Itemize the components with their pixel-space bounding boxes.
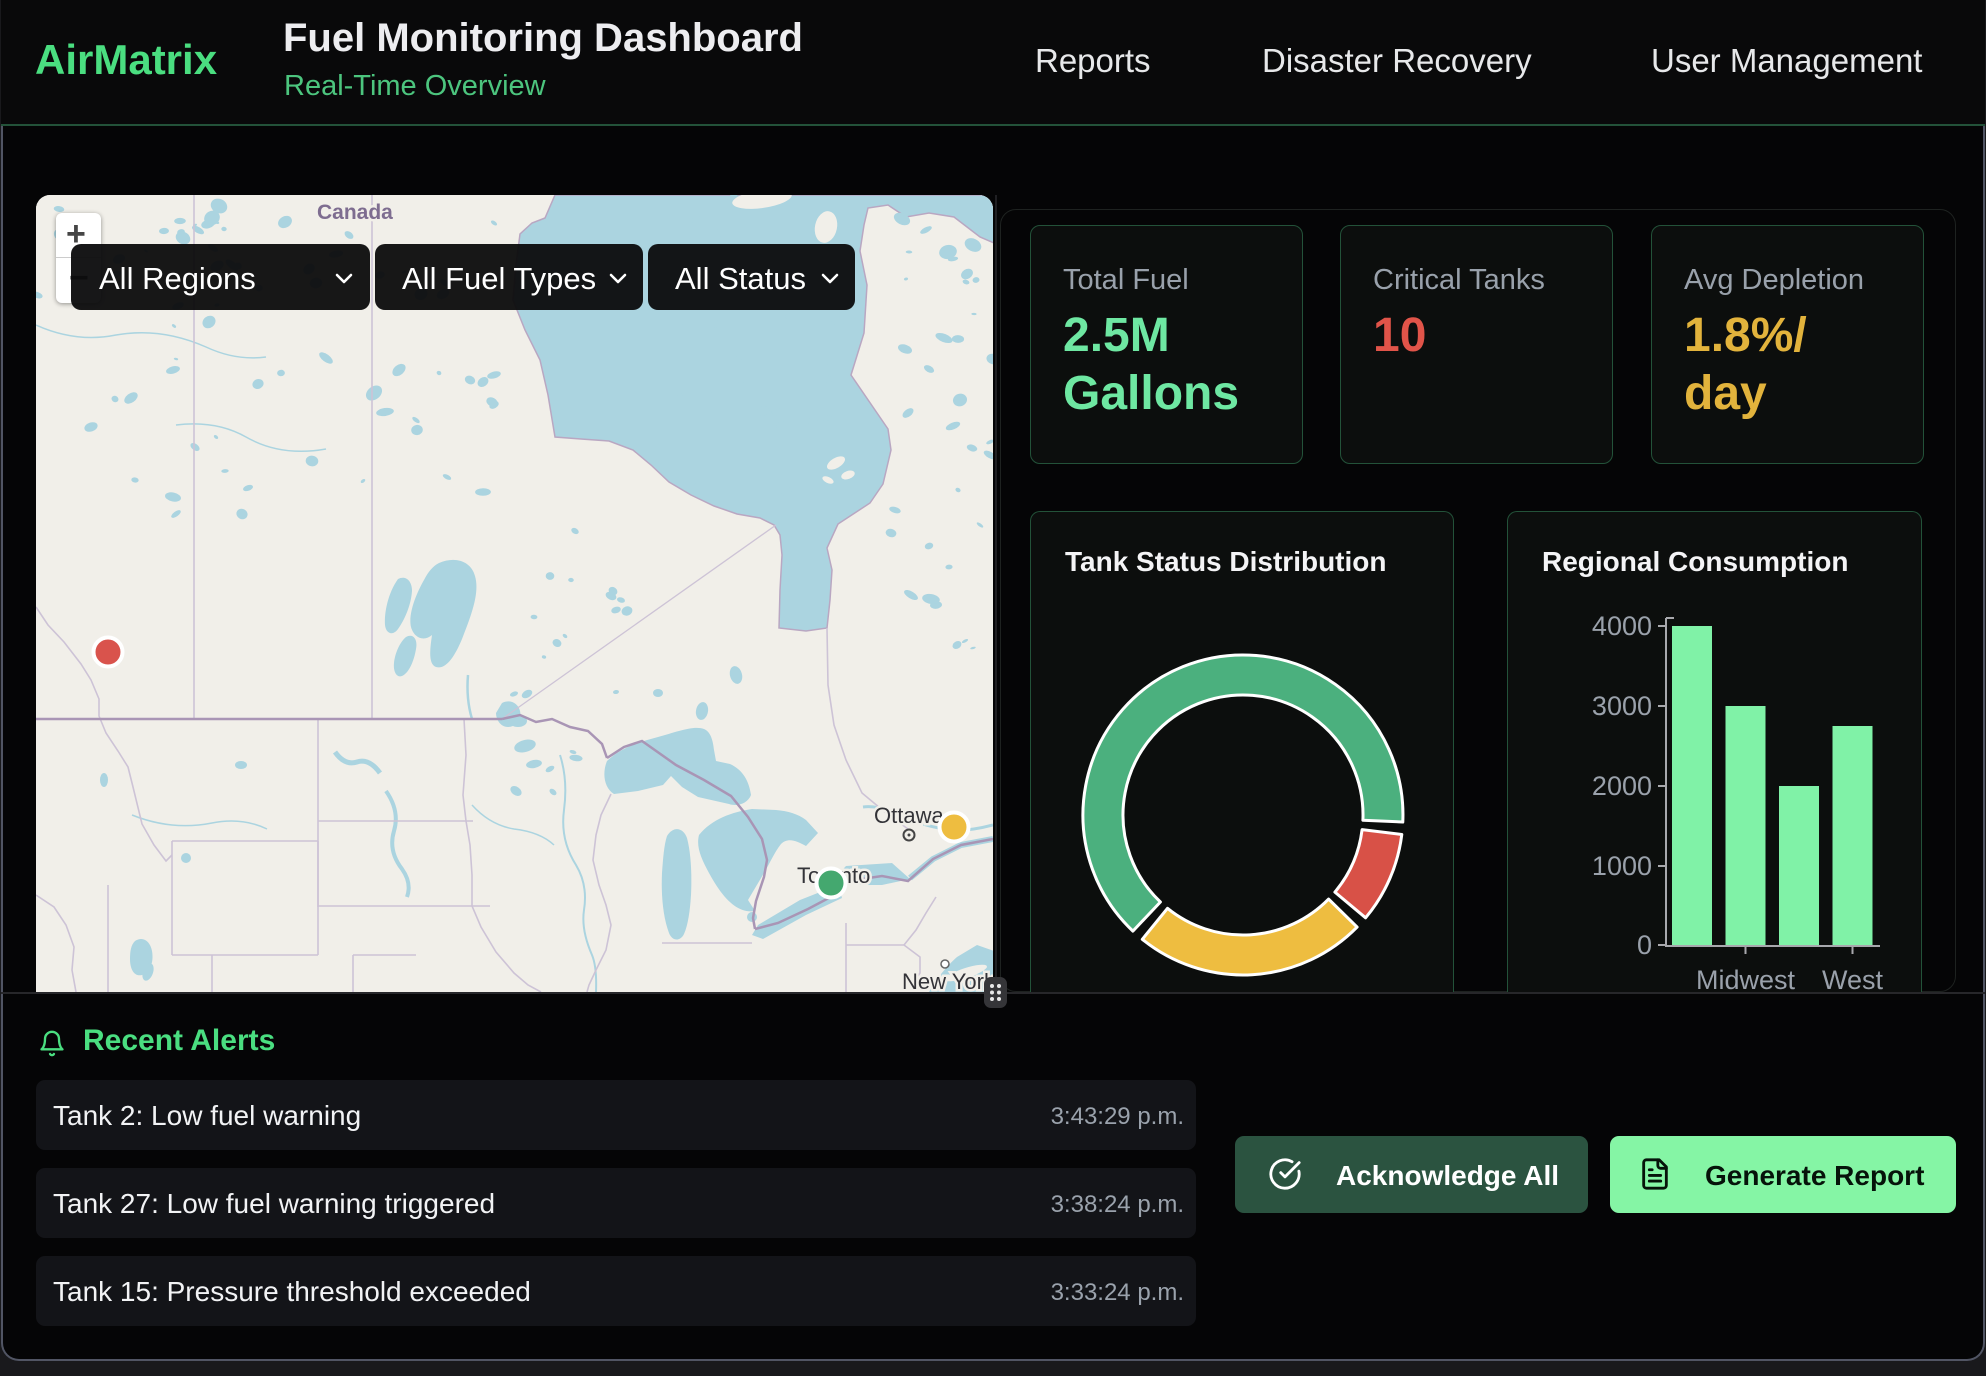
svg-text:New York: New York — [902, 969, 993, 992]
svg-text:1000: 1000 — [1592, 851, 1652, 881]
svg-text:Midwest: Midwest — [1696, 965, 1796, 992]
svg-text:Ottawa: Ottawa — [874, 803, 944, 828]
svg-text:West: West — [1822, 965, 1884, 992]
svg-text:0: 0 — [1637, 930, 1652, 960]
svg-text:4000: 4000 — [1592, 611, 1652, 641]
svg-text:Canada: Canada — [317, 201, 393, 224]
svg-text:2000: 2000 — [1592, 771, 1652, 801]
svg-text:3000: 3000 — [1592, 691, 1652, 721]
